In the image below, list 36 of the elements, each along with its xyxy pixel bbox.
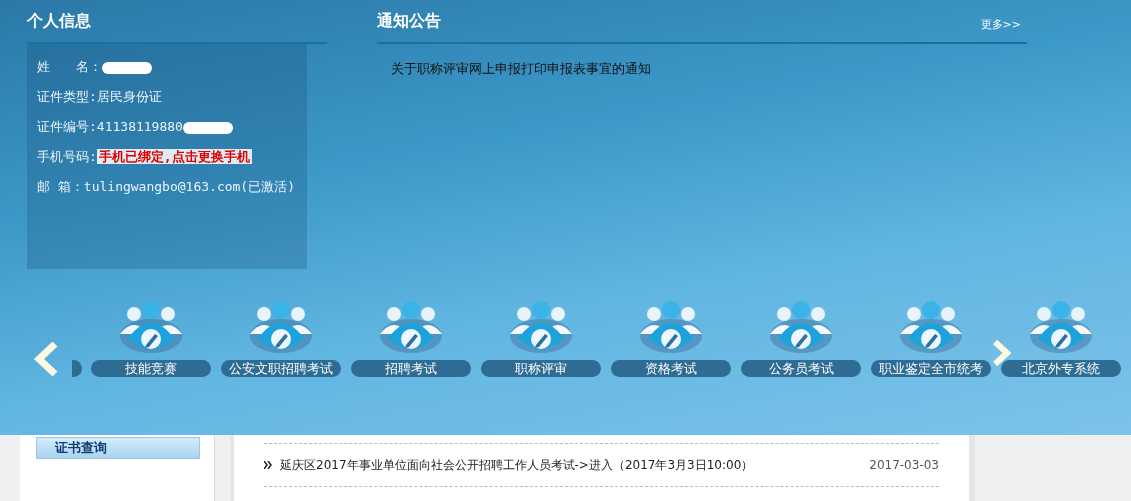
- shortcut-button[interactable]: 公务员考试: [741, 360, 861, 377]
- people-edit-icon: [1028, 300, 1094, 356]
- people-edit-icon: [638, 300, 704, 356]
- field-value: 41138119880: [96, 119, 183, 134]
- people-edit-icon: [118, 300, 184, 356]
- sidebar-button[interactable]: 证书查询: [36, 437, 200, 459]
- shortcut-button[interactable]: 技能竞赛: [91, 360, 211, 377]
- redaction-mark: [182, 121, 233, 134]
- shortcut-button[interactable]: [72, 360, 82, 377]
- redaction-mark: [102, 61, 152, 74]
- field-value: tulingwangbo@163.com(已激活): [83, 179, 295, 194]
- field-label: 证件类型:: [37, 89, 97, 104]
- people-edit-icon: [378, 300, 444, 356]
- people-edit-icon: [768, 300, 834, 356]
- section-title: 个人信息: [27, 11, 91, 32]
- field-label: 邮 箱：: [37, 179, 84, 194]
- shortcut-button[interactable]: 职称评审: [481, 360, 601, 377]
- field-value: 居民身份证: [96, 89, 162, 104]
- shortcut-button[interactable]: 公安文职招聘考试: [221, 360, 341, 377]
- people-edit-icon: [248, 300, 314, 356]
- people-edit-icon: [508, 300, 574, 356]
- rebind-phone-link[interactable]: 手机已绑定,点击更换手机: [96, 149, 252, 164]
- field-label: 手机号码:: [37, 149, 97, 164]
- shortcut-button[interactable]: 职业鉴定全市统考: [871, 360, 991, 377]
- shortcut-button[interactable]: 北京外专系统: [1001, 360, 1121, 377]
- news-link[interactable]: 延庆区2017年事业单位面向社会公开招聘工作人员考试->进入（2017年3月3日10:00）: [280, 456, 862, 474]
- section-title: 通知公告: [377, 11, 441, 32]
- double-chevron-icon: [264, 461, 272, 469]
- more-link[interactable]: 更多>>: [980, 17, 1021, 32]
- notice-link[interactable]: 关于职称评审网上申报打印申报表事宜的通知: [377, 44, 1027, 94]
- field-label: 证件编号:: [37, 119, 97, 134]
- people-edit-icon: [898, 300, 964, 356]
- shortcut-button[interactable]: 资格考试: [611, 360, 731, 377]
- field-label: 姓 名：: [37, 59, 102, 74]
- shortcut-button[interactable]: 招聘考试: [351, 360, 471, 377]
- news-date: 2017-03-03: [869, 458, 939, 472]
